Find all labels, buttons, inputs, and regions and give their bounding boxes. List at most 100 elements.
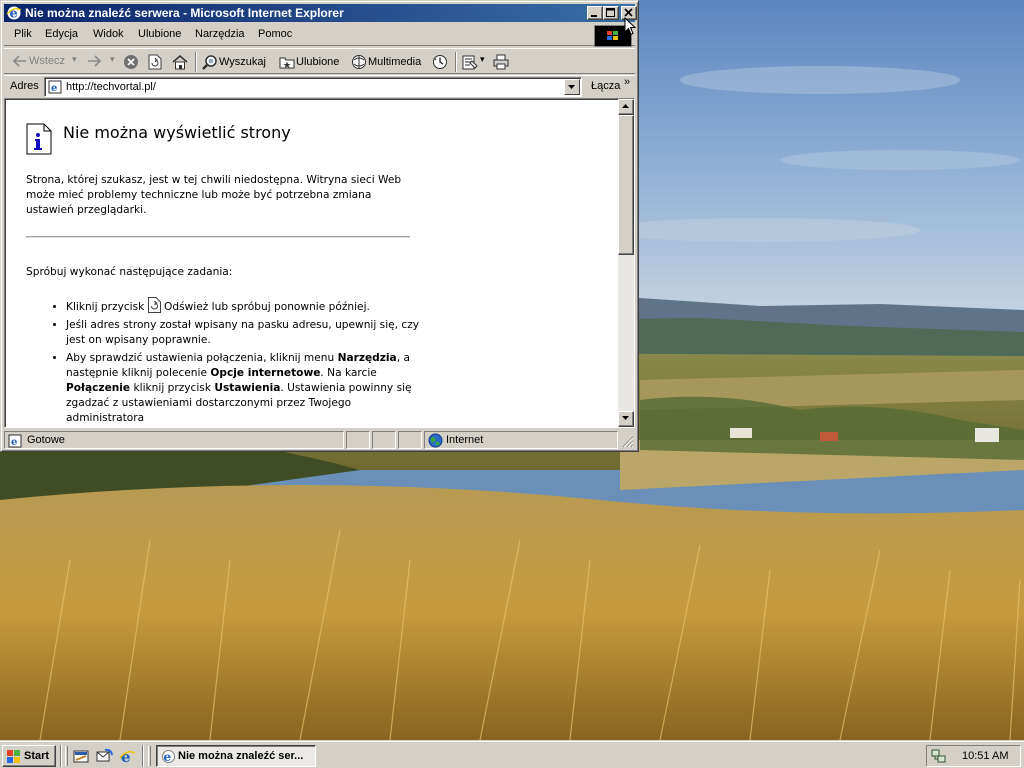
status-panel (346, 431, 370, 449)
toolbar-separator (455, 52, 457, 72)
error-description: Strona, której szukasz, jest w tej chwil… (26, 174, 402, 216)
zone-text: Internet (446, 434, 484, 446)
divider (26, 236, 410, 238)
scroll-down-button[interactable] (618, 411, 634, 427)
address-dropdown-button[interactable] (564, 79, 580, 95)
toolbar: Wstecz ▾ ▾ Wyszukaj Ulubione Multimedia (4, 48, 635, 74)
page-content: Nie można wyświetlić strony Strona, któr… (4, 98, 635, 428)
menu-view[interactable]: Widok (93, 28, 124, 40)
list-item: Kliknij przycisk Odśwież lub spróbuj pon… (66, 297, 421, 315)
menu-file[interactable]: Plik (14, 28, 32, 40)
toolbar-separator (195, 52, 197, 72)
maximize-icon (606, 8, 615, 17)
back-button[interactable]: Wstecz (12, 54, 65, 70)
minimize-icon (591, 15, 597, 17)
mail-dropdown-icon[interactable]: ▾ (480, 54, 485, 70)
start-button[interactable]: Start (2, 745, 56, 767)
svg-text:e: e (164, 750, 172, 764)
window-title: Nie można znaleźć serwera - Microsoft In… (25, 6, 344, 20)
arrow-down-icon (622, 416, 629, 420)
mouse-cursor-icon (624, 17, 636, 36)
taskbar: Start e e Nie można znaleźć ser... 10:51… (0, 740, 1024, 768)
outlook-express-icon[interactable] (96, 748, 113, 765)
search-button[interactable]: Wyszukaj (202, 54, 266, 70)
internet-explorer-icon: e (6, 6, 22, 21)
status-bar: e Gotowe Internet (4, 430, 635, 449)
mail-icon (462, 55, 478, 70)
start-label: Start (24, 750, 50, 762)
status-panel (372, 431, 396, 449)
address-bar: Adres e http://techvortal.pl/ Łącza » (4, 75, 635, 97)
quick-launch-grip[interactable] (65, 746, 68, 766)
search-icon (202, 55, 217, 70)
windows-logo-icon (7, 750, 20, 763)
list-item: Aby sprawdzić ustawienia połączenia, kli… (66, 351, 421, 426)
address-input[interactable]: e http://techvortal.pl/ (44, 77, 582, 97)
system-tray: 10:51 AM (926, 745, 1021, 767)
zone-panel: Internet (424, 431, 618, 449)
show-desktop-icon[interactable] (73, 748, 90, 765)
stop-icon (124, 55, 138, 69)
status-panel: e Gotowe (4, 431, 344, 449)
minimize-button[interactable] (587, 6, 603, 20)
list-item: Jeśli adres strony został wpisany na pas… (66, 318, 421, 348)
network-icon[interactable] (931, 748, 947, 764)
menu-favorites[interactable]: Ulubione (138, 28, 181, 40)
address-label: Adres (10, 80, 39, 92)
menu-tools[interactable]: Narzędzia (195, 28, 245, 40)
taskbar-separator (60, 745, 62, 767)
mail-button[interactable] (462, 54, 478, 70)
history-icon (433, 55, 447, 69)
back-dropdown-icon[interactable]: ▾ (72, 54, 77, 70)
media-button[interactable]: Multimedia (351, 54, 421, 70)
arrow-up-icon (622, 104, 629, 108)
browser-window: e Nie można znaleźć serwera - Microsoft … (0, 0, 639, 452)
menu-edit[interactable]: Edycja (45, 28, 78, 40)
svg-text:e: e (51, 83, 57, 94)
forward-dropdown-icon[interactable]: ▾ (110, 54, 115, 70)
internet-explorer-icon: e (162, 750, 175, 764)
taskbar-separator (142, 745, 144, 767)
history-button[interactable] (432, 54, 448, 70)
title-bar[interactable]: e Nie można znaleźć serwera - Microsoft … (4, 4, 637, 22)
taskbar-grip[interactable] (148, 746, 151, 766)
refresh-icon (148, 54, 162, 70)
try-heading: Spróbuj wykonać następujące zadania: (26, 266, 233, 278)
chevron-down-icon (568, 85, 575, 89)
svg-text:e: e (11, 437, 17, 448)
links-button[interactable]: Łącza (591, 80, 620, 92)
refresh-button[interactable] (148, 54, 162, 70)
forward-arrow-icon (88, 55, 102, 67)
stop-button[interactable] (123, 54, 139, 70)
svg-text:e: e (121, 748, 131, 765)
resize-grip-icon[interactable] (622, 436, 634, 448)
vertical-scrollbar[interactable] (618, 99, 634, 427)
forward-button[interactable] (86, 54, 102, 70)
printer-icon (493, 54, 509, 70)
maximize-button[interactable] (603, 6, 619, 20)
info-icon (26, 123, 52, 155)
status-text: Gotowe (27, 434, 65, 446)
home-button[interactable] (172, 54, 188, 70)
favorites-folder-icon (279, 57, 295, 69)
taskbar-button-browser[interactable]: e Nie można znaleźć ser... (156, 745, 316, 767)
tips-list: Kliknij przycisk Odśwież lub spróbuj pon… (26, 297, 421, 427)
scrollbar-thumb[interactable] (618, 115, 634, 255)
globe-icon (428, 433, 443, 448)
scroll-up-button[interactable] (618, 99, 634, 115)
internet-explorer-icon[interactable]: e (119, 748, 136, 765)
print-button[interactable] (493, 54, 509, 70)
refresh-icon (147, 297, 161, 313)
links-chevron-icon[interactable]: » (624, 76, 630, 88)
clock[interactable]: 10:51 AM (962, 750, 1008, 762)
home-icon (172, 55, 188, 70)
media-icon (352, 55, 366, 69)
page-done-icon: e (8, 434, 22, 448)
favorites-button[interactable]: Ulubione (279, 54, 339, 70)
page-icon: e (48, 80, 62, 94)
taskbar-button-label: Nie można znaleźć ser... (178, 750, 304, 762)
menu-help[interactable]: Pomoc (258, 28, 292, 40)
back-arrow-icon (12, 55, 26, 67)
address-value: http://techvortal.pl/ (66, 81, 156, 93)
status-panel (398, 431, 422, 449)
